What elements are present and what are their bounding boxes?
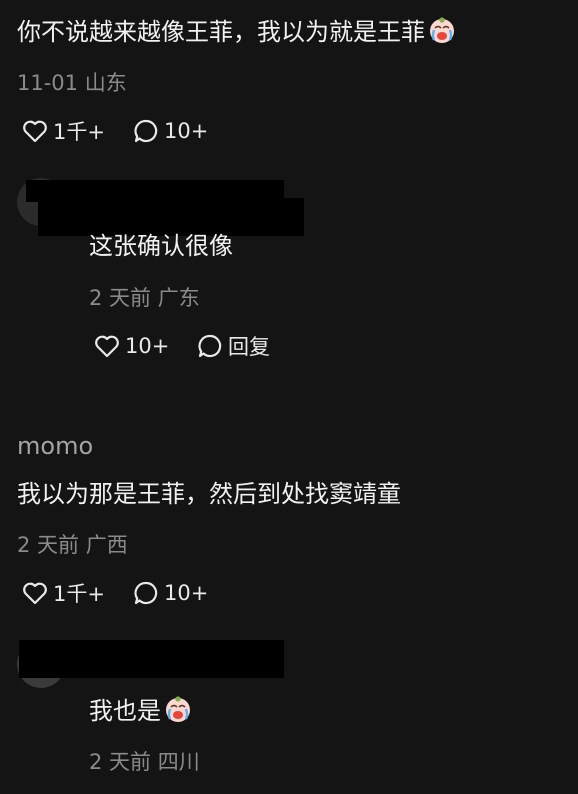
reply-count: 10+ — [164, 119, 209, 143]
like-button[interactable]: 10+ — [93, 331, 169, 361]
comment-text: 我也是 — [89, 697, 161, 725]
like-count: 1千+ — [53, 582, 105, 606]
comment-date-location: 11-01 山东 — [17, 71, 127, 95]
comment-4-text-row: 我也是 — [89, 695, 193, 730]
like-button[interactable]: 1千+ — [21, 116, 105, 146]
reply-count-button[interactable]: 10+ — [132, 578, 208, 608]
heart-icon — [21, 117, 49, 145]
redacted-username-block — [19, 640, 284, 678]
heart-icon — [93, 332, 121, 360]
reply-count-button[interactable]: 10+ — [132, 116, 208, 146]
crying-face-emoji-icon — [163, 695, 193, 730]
reply-count: 10+ — [164, 581, 209, 605]
crying-face-emoji-icon — [427, 16, 457, 51]
comment-bubble-icon — [132, 579, 160, 607]
like-button[interactable]: 1千+ — [21, 578, 105, 608]
reply-button[interactable]: 回复 — [196, 331, 270, 361]
comment-text: 这张确认很像 — [89, 232, 233, 260]
comment-text: 你不说越来越像王菲，我以为就是王菲 — [17, 18, 425, 46]
comment-date-location: 2 天前 广西 — [17, 533, 128, 557]
comment-bubble-icon — [132, 117, 160, 145]
comment-text: 我以为那是王菲，然后到处找窦靖童 — [17, 480, 401, 508]
username[interactable]: momo — [17, 431, 93, 461]
like-count: 10+ — [125, 334, 170, 358]
heart-icon — [21, 579, 49, 607]
like-count: 1千+ — [53, 120, 105, 144]
comment-1-text-row: 你不说越来越像王菲，我以为就是王菲 — [17, 16, 457, 51]
comment-date-location: 2 天前 广东 — [89, 286, 200, 310]
reply-label: 回复 — [228, 335, 270, 359]
comment-bubble-icon — [196, 332, 224, 360]
comment-date-location: 2 天前 四川 — [89, 750, 200, 774]
